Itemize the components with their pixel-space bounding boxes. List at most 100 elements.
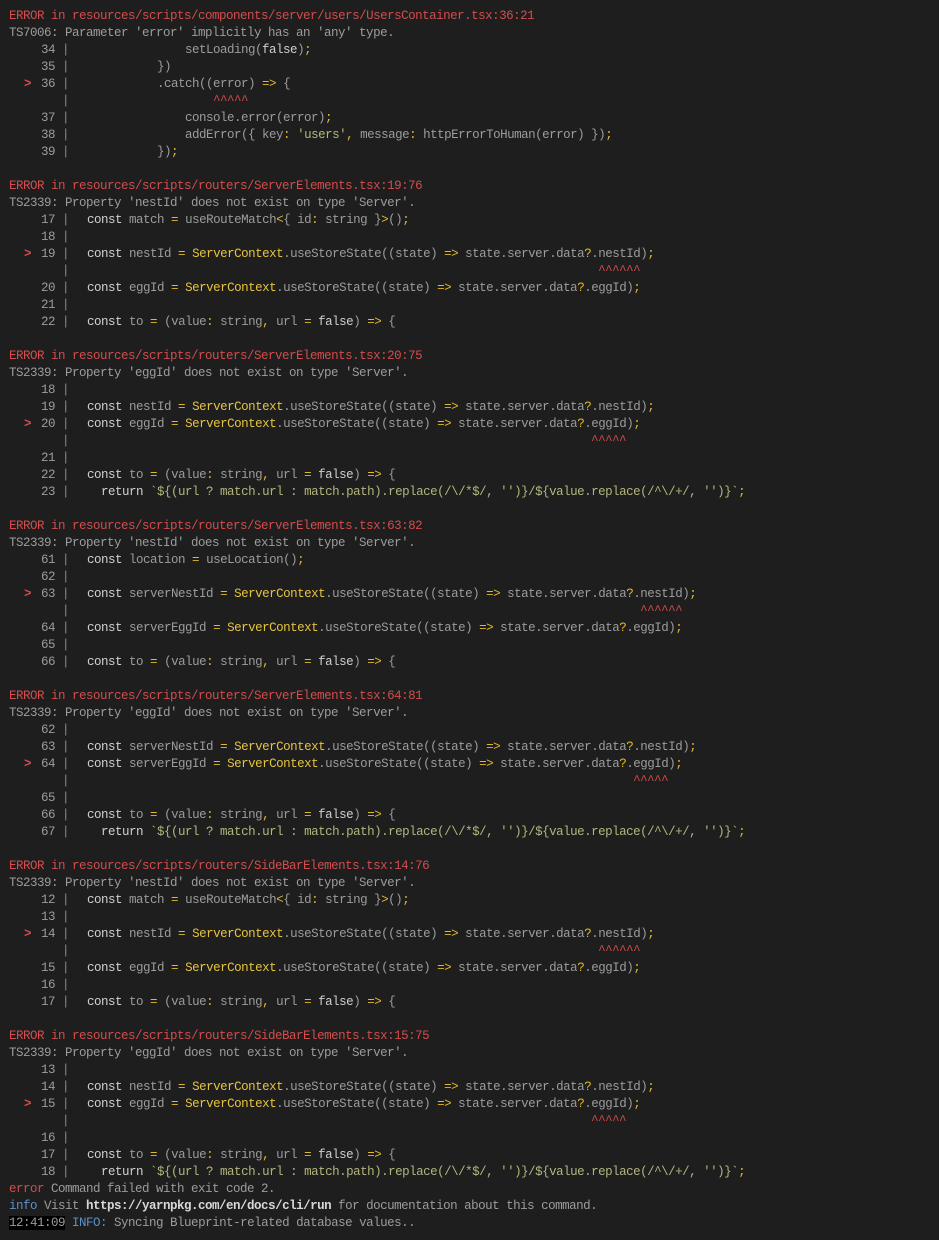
- gutter-bar: |: [62, 978, 70, 992]
- code-token: const: [87, 927, 123, 941]
- code-line: 16 |: [0, 1130, 939, 1147]
- line-gutter: 34 |: [9, 42, 73, 59]
- line-gutter: >14 |: [9, 926, 73, 943]
- code-token: const: [87, 655, 123, 669]
- error-line-marker: >: [24, 757, 32, 771]
- code-token: =: [192, 553, 200, 567]
- error-text: Command failed with exit code 2.: [44, 1182, 276, 1196]
- code-token: { id: [283, 893, 312, 907]
- code-token: ;: [402, 213, 410, 227]
- code-text: const nestId = ServerContext.useStoreSta…: [73, 927, 655, 941]
- code-token: ;: [605, 128, 613, 142]
- code-token: state.server.data: [458, 400, 585, 414]
- footer-error-line: error Command failed with exit code 2.: [0, 1181, 939, 1198]
- code-line: 18 |: [0, 229, 939, 246]
- gutter-bar: |: [62, 230, 70, 244]
- code-token: .useStoreState((state): [276, 1097, 438, 1111]
- error-line-marker: >: [24, 247, 32, 261]
- code-token: serverNestId: [122, 740, 221, 754]
- error-location: in resources/scripts/routers/SideBarElem…: [44, 859, 430, 873]
- line-number: 22: [40, 468, 56, 482]
- line-number: 16: [40, 978, 56, 992]
- line-number: 63: [40, 740, 56, 754]
- code-token: {: [381, 468, 396, 482]
- docs-link[interactable]: https://yarnpkg.com/en/docs/cli/run: [86, 1199, 332, 1213]
- code-token: ServerContext: [227, 757, 319, 771]
- gutter-bar: |: [62, 1165, 70, 1179]
- log-level: INFO:: [72, 1216, 108, 1230]
- code-line: 17 | const to = (value: string, url = fal…: [0, 994, 939, 1011]
- code-line: 17 | const match = useRouteMatch<{ id: st…: [0, 212, 939, 229]
- code-token: const: [87, 281, 123, 295]
- code-line: 67 | return `${(url ? match.url : match.p…: [0, 824, 939, 841]
- error-message: TS2339: Property 'eggId' does not exist …: [9, 1046, 409, 1060]
- line-gutter: 18 |: [9, 229, 73, 246]
- code-token: ;: [675, 757, 683, 771]
- code-token: false: [318, 655, 354, 669]
- code-token: ): [353, 1148, 368, 1162]
- code-token: nestId: [122, 927, 179, 941]
- code-token: const: [87, 587, 123, 601]
- code-text: const match = useRouteMatch<{ id: string…: [73, 213, 410, 227]
- caret-indent: [73, 1114, 591, 1128]
- code-text: const to = (value: string, url = false) …: [73, 655, 396, 669]
- code-token: string }: [318, 893, 382, 907]
- code-token: .eggId): [584, 1097, 634, 1111]
- code-token: match: [122, 893, 172, 907]
- line-number: 39: [40, 145, 56, 159]
- error-header: ERROR in resources/scripts/routers/SideB…: [0, 858, 939, 875]
- code-text: const serverEggId = ServerContext.useSto…: [73, 757, 683, 771]
- line-number: 35: [40, 60, 56, 74]
- code-token: location: [122, 553, 193, 567]
- gutter-bar: |: [62, 553, 70, 567]
- code-token: url: [269, 655, 305, 669]
- code-text: const nestId = ServerContext.useStoreSta…: [73, 247, 655, 261]
- line-number: 17: [40, 213, 56, 227]
- error-location: in resources/scripts/routers/ServerEleme…: [44, 349, 423, 363]
- line-number: 65: [40, 638, 56, 652]
- terminal-output[interactable]: ERROR in resources/scripts/components/se…: [0, 8, 939, 1232]
- line-number: 17: [40, 1148, 56, 1162]
- code-text: const nestId = ServerContext.useStoreSta…: [73, 400, 655, 414]
- code-token: false: [318, 468, 354, 482]
- line-gutter: |: [9, 263, 73, 280]
- line-gutter: |: [9, 773, 73, 790]
- error-header: ERROR in resources/scripts/routers/Serve…: [0, 348, 939, 365]
- line-number: 64: [40, 621, 56, 635]
- code-token: const: [87, 213, 123, 227]
- code-token: const: [87, 315, 123, 329]
- code-line: 19 | const nestId = ServerContext.useStor…: [0, 399, 939, 416]
- code-text: });: [73, 145, 179, 159]
- line-gutter: 17 |: [9, 212, 73, 229]
- info-text: Visit: [37, 1199, 87, 1213]
- code-token: (value: [157, 315, 207, 329]
- code-text: const to = (value: string, url = false) …: [73, 995, 396, 1009]
- line-number: 16: [40, 1131, 56, 1145]
- gutter-bar: |: [62, 910, 70, 924]
- caret-line: | ^^^^^: [0, 1113, 939, 1130]
- code-line: >20 | const eggId = ServerContext.useStor…: [0, 416, 939, 433]
- code-token: eggId: [122, 417, 172, 431]
- caret-indent: [73, 264, 598, 278]
- code-token: =>: [444, 927, 459, 941]
- error-header: ERROR in resources/scripts/routers/Serve…: [0, 178, 939, 195]
- gutter-bar: |: [62, 281, 70, 295]
- error-header: ERROR in resources/scripts/routers/Serve…: [0, 688, 939, 705]
- code-token: .useStoreState((state): [318, 757, 480, 771]
- line-number: 14: [40, 1080, 56, 1094]
- code-token: const: [87, 1148, 123, 1162]
- code-text: }): [73, 60, 172, 74]
- line-gutter: 18 |: [9, 1164, 73, 1181]
- code-line: 65 |: [0, 790, 939, 807]
- gutter-bar: |: [62, 485, 70, 499]
- code-token: .useStoreState((state): [276, 281, 438, 295]
- caret-line: | ^^^^^: [0, 93, 939, 110]
